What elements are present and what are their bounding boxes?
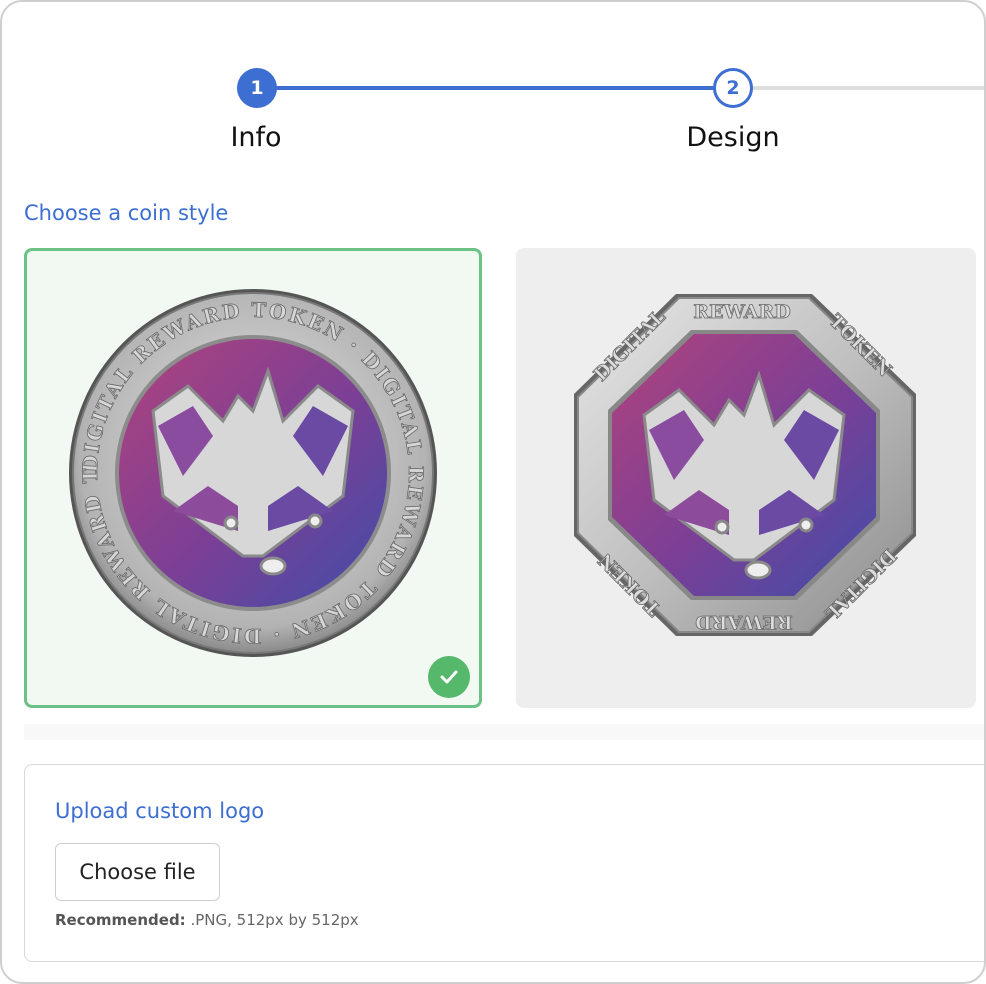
app-window: 1 2 Info Design Choose a coin style DIGI… [0, 0, 986, 984]
coin-style-heading: Choose a coin style [24, 201, 229, 225]
progress-stepper: 1 2 Info Design [2, 2, 984, 172]
stepper-line-completed [256, 86, 734, 90]
step-2-label: Design [686, 122, 780, 153]
svg-text:REWARD: REWARD [695, 611, 792, 633]
upload-hint-text: .PNG, 512px by 512px [185, 911, 359, 929]
upload-logo-heading: Upload custom logo [55, 799, 265, 823]
upload-panel: Upload custom logo Choose file Recommend… [24, 764, 984, 962]
round-coin-image: DIGITAL REWARD TOKEN · DIGITAL REWARD TO… [27, 251, 437, 657]
coin-option-round[interactable]: DIGITAL REWARD TOKEN · DIGITAL REWARD TO… [24, 248, 482, 708]
coin-option-octagon[interactable]: REWARD DIGITAL TOKEN TOKEN DIGITAL REWAR… [516, 248, 976, 708]
step-1-indicator[interactable]: 1 [237, 68, 277, 108]
selected-check-icon [428, 656, 470, 698]
step-1-label: Info [230, 122, 282, 153]
stepper-line-pending [734, 86, 984, 90]
upload-hint: Recommended: .PNG, 512px by 512px [55, 911, 359, 929]
step-2-indicator[interactable]: 2 [713, 68, 753, 108]
upload-hint-label: Recommended: [55, 911, 186, 929]
section-divider [24, 724, 984, 740]
octagon-coin-image: REWARD DIGITAL TOKEN TOKEN DIGITAL REWAR… [574, 294, 916, 636]
svg-text:REWARD: REWARD [693, 301, 790, 323]
choose-file-button[interactable]: Choose file [55, 843, 220, 901]
